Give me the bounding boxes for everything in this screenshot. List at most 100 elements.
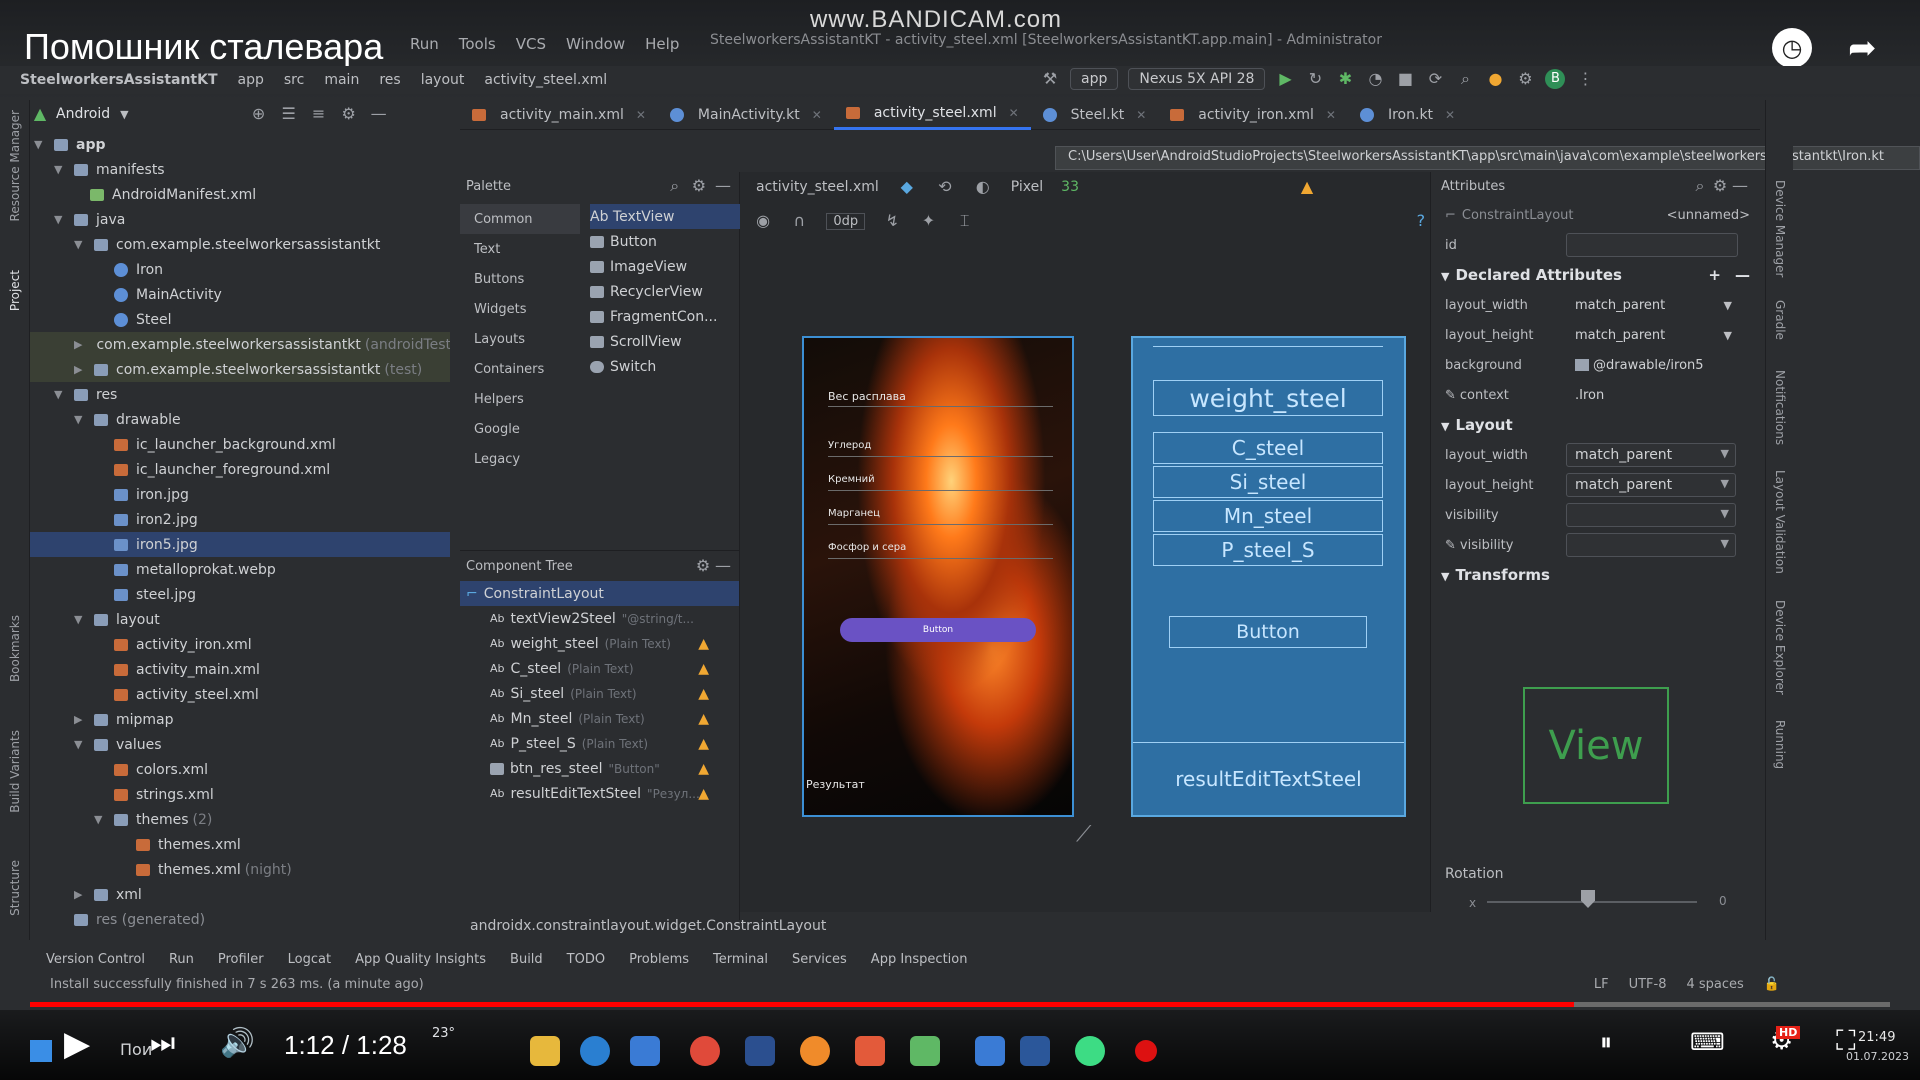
palette-category[interactable]: Layouts (460, 324, 580, 354)
tab-run[interactable]: Run (169, 952, 194, 967)
tab-terminal[interactable]: Terminal (713, 952, 768, 967)
attr-row[interactable]: layout_height match_parent ▼ (1431, 470, 1760, 500)
file-explorer-icon[interactable] (530, 1036, 560, 1066)
stop-icon[interactable]: ■ (1395, 69, 1415, 89)
app-icon[interactable] (855, 1036, 885, 1066)
tree-node-file[interactable]: strings.xml (30, 782, 450, 807)
tool-running[interactable]: Running (1773, 720, 1787, 769)
guidelines-icon[interactable]: ⌶ (956, 211, 974, 231)
component-item[interactable]: Ab textView2Steel "@string/t... (460, 606, 739, 631)
android-studio-icon[interactable] (1075, 1036, 1105, 1066)
tree-node-res[interactable]: ▼ res (30, 382, 450, 407)
tree-node-file[interactable]: colors.xml (30, 757, 450, 782)
record-icon[interactable] (1135, 1040, 1157, 1062)
breadcrumb-app[interactable]: app (238, 72, 264, 88)
tab-app-quality-insights[interactable]: App Quality Insights (355, 952, 486, 967)
gear-icon[interactable]: ⚙ (689, 176, 709, 196)
chevron-down-icon[interactable]: ▼ (1724, 299, 1732, 312)
tree-node-app[interactable]: ▼ app (30, 132, 450, 157)
warning-icon[interactable]: ▲ (1297, 177, 1317, 197)
collapse-all-icon[interactable]: ≡ (309, 104, 329, 124)
close-icon[interactable]: ✕ (1445, 108, 1455, 122)
blueprint-button[interactable]: Button (1169, 616, 1367, 648)
tools-visibility-select[interactable]: ▼ (1566, 533, 1736, 557)
subtitles-icon[interactable]: ⌨ (1690, 1028, 1725, 1056)
tab-activity-steel[interactable]: activity_steel.xml ✕ (833, 100, 1031, 130)
warning-icon[interactable]: ▲ (698, 686, 709, 702)
warning-icon[interactable]: ▲ (698, 661, 709, 677)
component-item[interactable]: Ab P_steel_S (Plain Text) ▲ (460, 731, 739, 756)
tree-node-package-test[interactable]: ▶ com.example.steelworkersassistantkt (tes… (30, 357, 450, 382)
more-icon[interactable]: ⋮ (1575, 69, 1595, 89)
palette-item-fragment[interactable]: FragmentCon... (590, 304, 740, 329)
layout-section[interactable]: ▼ Layout (1431, 410, 1760, 440)
tree-node-file[interactable]: iron2.jpg (30, 507, 450, 532)
minimize-icon[interactable]: — (713, 556, 733, 576)
hammer-icon[interactable]: ⚒ (1040, 69, 1060, 89)
next-icon[interactable]: ⏭ (150, 1026, 175, 1060)
target-icon[interactable]: ⊕ (249, 104, 269, 124)
chevron-down-icon[interactable]: ▼ (120, 108, 128, 121)
attr-row[interactable]: ✎ visibility ▼ (1431, 530, 1760, 560)
video-title[interactable]: Помошник сталевара (24, 26, 383, 68)
breadcrumb-main[interactable]: main (324, 72, 359, 88)
tool-layout-validation[interactable]: Layout Validation (1773, 470, 1787, 574)
tree-node-iron[interactable]: Iron (30, 257, 450, 282)
close-icon[interactable]: ✕ (1009, 106, 1019, 120)
warning-icon[interactable]: ▲ (698, 761, 709, 777)
tab-profiler[interactable]: Profiler (218, 952, 264, 967)
menu-vcs[interactable]: VCS (516, 35, 546, 53)
declared-attributes-section[interactable]: ▼ Declared Attributes + — (1431, 260, 1760, 290)
line-separator[interactable]: LF (1594, 977, 1609, 992)
tree-node-layout[interactable]: ▼ layout (30, 607, 450, 632)
tab-services[interactable]: Services (792, 952, 847, 967)
breadcrumb-res[interactable]: res (379, 72, 400, 88)
design-mode-icon[interactable]: ◆ (897, 177, 917, 197)
tool-project[interactable]: Project (8, 270, 22, 311)
volume-icon[interactable]: 🔊 (220, 1026, 255, 1059)
palette-category[interactable]: Widgets (460, 294, 580, 324)
menu-window[interactable]: Window (566, 35, 625, 53)
share-icon[interactable]: ➦ (1848, 28, 1877, 68)
tree-node-file[interactable]: steel.jpg (30, 582, 450, 607)
settings-icon[interactable]: ⚙ (1515, 69, 1535, 89)
menu-run[interactable]: Run (410, 35, 439, 53)
update-icon[interactable]: ● (1485, 69, 1505, 89)
tab-steel-kt[interactable]: Steel.kt ✕ (1031, 100, 1159, 130)
magnet-icon[interactable]: ∩ (790, 211, 808, 231)
design-preview[interactable]: Вес расплава Углерод Кремний Марганец Фо… (802, 336, 1074, 817)
close-icon[interactable]: ✕ (1326, 108, 1336, 122)
help-icon[interactable]: ? (1412, 211, 1430, 231)
blueprint-field[interactable]: weight_steel (1153, 380, 1383, 416)
tab-activity-iron[interactable]: activity_iron.xml ✕ (1158, 100, 1348, 130)
component-item[interactable]: Ab C_steel (Plain Text) ▲ (460, 656, 739, 681)
indent-setting[interactable]: 4 spaces (1686, 977, 1743, 992)
tab-app-inspection[interactable]: App Inspection (871, 952, 968, 967)
menu-tools[interactable]: Tools (459, 35, 496, 53)
tree-node-mipmap[interactable]: ▶ mipmap (30, 707, 450, 732)
attr-row[interactable]: layout_width match_parent ▼ (1431, 440, 1760, 470)
transforms-section[interactable]: ▼ Transforms (1431, 560, 1760, 590)
weather-widget[interactable]: 23° (432, 1026, 455, 1041)
app-icon[interactable] (800, 1036, 830, 1066)
tab-mainactivity[interactable]: MainActivity.kt ✕ (658, 100, 834, 130)
status-message[interactable]: Install successfully finished in 7 s 263… (50, 977, 424, 992)
tab-logcat[interactable]: Logcat (288, 952, 331, 967)
tree-node-steel[interactable]: Steel (30, 307, 450, 332)
tree-node-themes[interactable]: ▼ themes (2) (30, 807, 450, 832)
attr-row[interactable]: layout_width match_parent ▼ (1431, 290, 1760, 320)
palette-category[interactable]: Containers (460, 354, 580, 384)
tool-gradle[interactable]: Gradle (1773, 300, 1787, 340)
component-item[interactable]: Ab Mn_steel (Plain Text) ▲ (460, 706, 739, 731)
tree-node-manifest-file[interactable]: AndroidManifest.xml (30, 182, 450, 207)
palette-category[interactable]: Helpers (460, 384, 580, 414)
palette-category[interactable]: Legacy (460, 444, 580, 474)
gear-icon[interactable]: ⚙ (339, 104, 359, 124)
app-icon[interactable] (975, 1036, 1005, 1066)
palette-category[interactable]: Common (460, 204, 580, 234)
watch-later-icon[interactable]: ◷ (1772, 28, 1812, 68)
tool-build-variants[interactable]: Build Variants (8, 730, 22, 813)
palette-item-button[interactable]: Button (590, 229, 740, 254)
orientation-icon[interactable]: ⟲ (935, 177, 955, 197)
taskbar-clock-time[interactable]: 21:49 (1858, 1030, 1895, 1045)
